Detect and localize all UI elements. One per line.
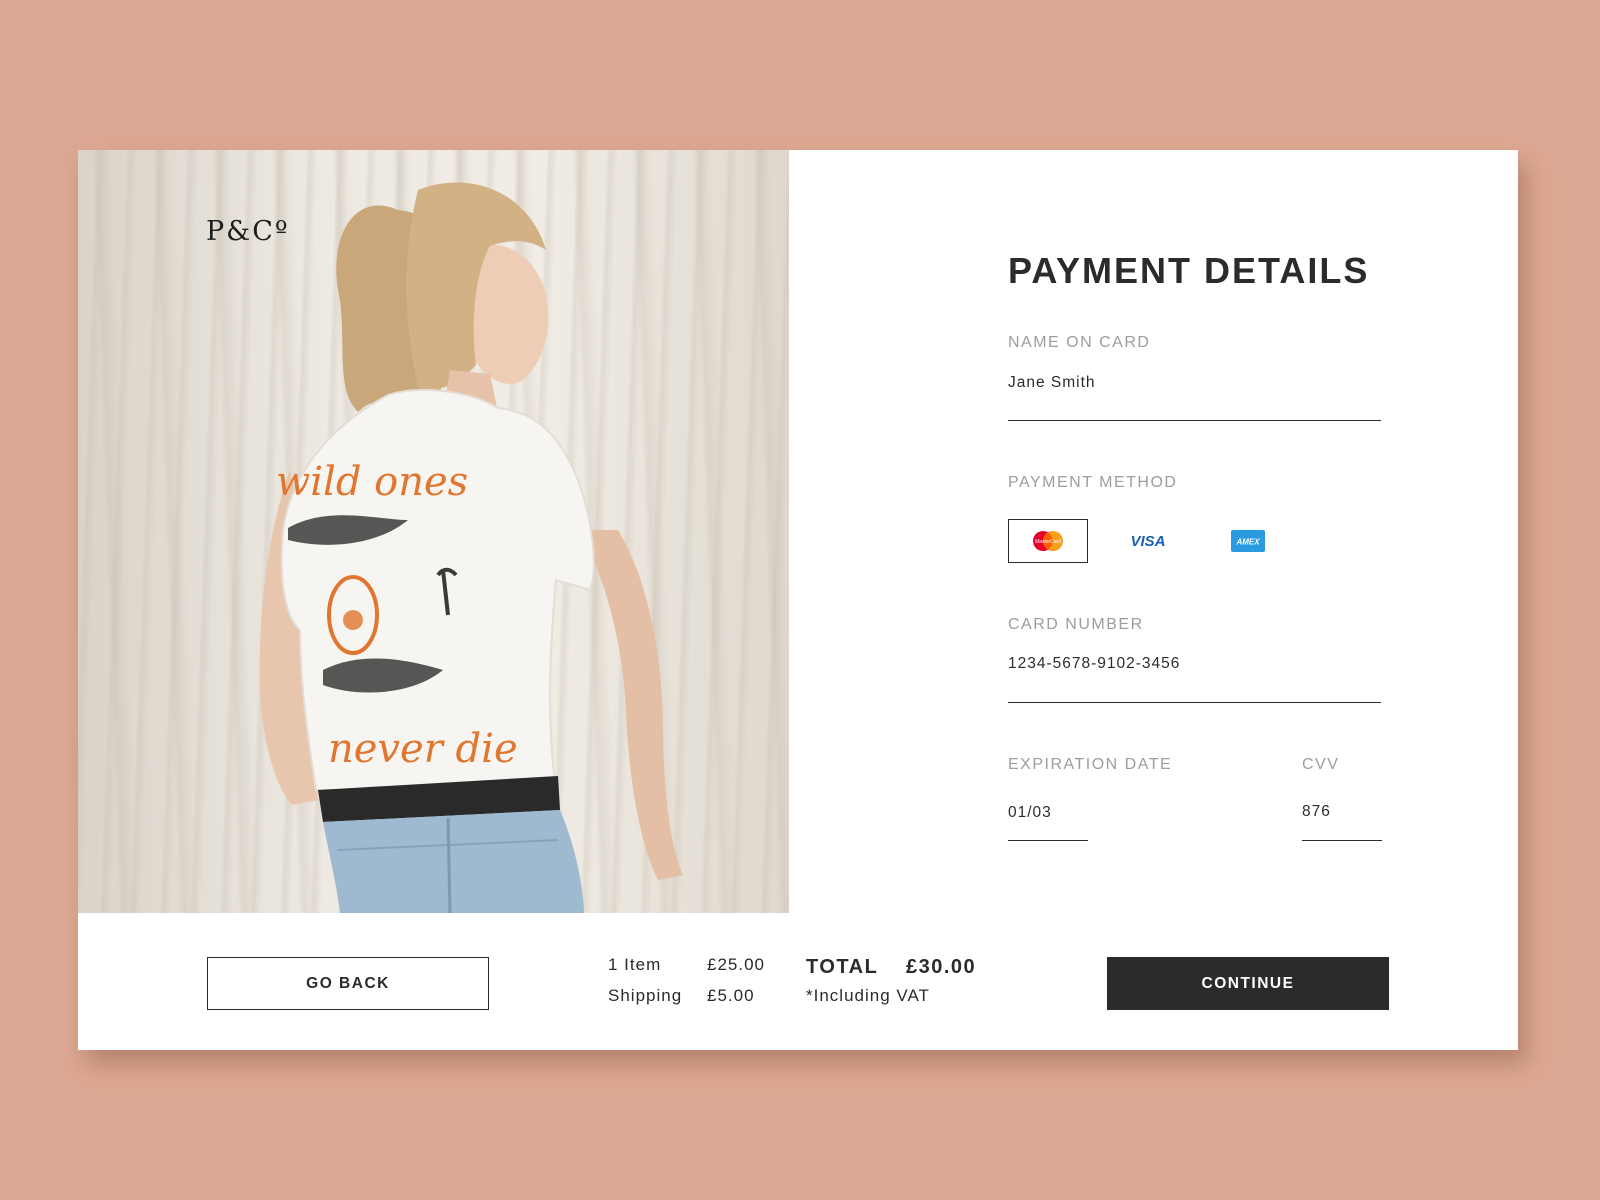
name-on-card-label: NAME ON CARD <box>1008 334 1151 351</box>
cvv-field[interactable]: 876 <box>1302 803 1331 821</box>
model-illustration: wild ones never die <box>259 182 683 913</box>
card-number-underline <box>1008 702 1381 703</box>
name-on-card-field[interactable]: Jane Smith <box>1008 374 1096 392</box>
brand-logo: P&Cº <box>206 216 290 247</box>
name-on-card-underline <box>1008 420 1381 421</box>
expiration-date-label: EXPIRATION DATE <box>1008 756 1173 773</box>
payment-method-label: PAYMENT METHOD <box>1008 474 1178 491</box>
card-number-label: CARD NUMBER <box>1008 616 1144 633</box>
expiration-date-field[interactable]: 01/03 <box>1008 804 1052 822</box>
product-photo: wild ones never die P&Cº <box>78 150 789 913</box>
shipping-label: Shipping <box>608 986 683 1005</box>
visa-option[interactable]: VISA <box>1108 519 1188 563</box>
expiration-date-underline <box>1008 840 1088 841</box>
mastercard-icon: MasterCard <box>1033 531 1063 551</box>
mastercard-option[interactable]: MasterCard <box>1008 519 1088 563</box>
page-title: PAYMENT DETAILS <box>1008 250 1370 291</box>
amex-option[interactable]: AMEX <box>1208 519 1288 563</box>
svg-text:VISA: VISA <box>1130 533 1165 550</box>
cvv-underline <box>1302 840 1382 841</box>
vat-note: *Including VAT <box>806 986 930 1005</box>
items-price: £25.00 <box>707 955 765 974</box>
amex-icon: AMEX <box>1231 530 1265 552</box>
card-number-field[interactable]: 1234-5678-9102-3456 <box>1008 655 1180 673</box>
total-amount: £30.00 <box>906 956 977 978</box>
total-label: TOTAL <box>806 956 879 978</box>
visa-icon: VISA <box>1130 533 1165 550</box>
shirt-text-top: wild ones <box>276 459 468 505</box>
svg-text:AMEX: AMEX <box>1235 538 1260 547</box>
svg-text:MasterCard: MasterCard <box>1035 539 1061 545</box>
checkout-card: wild ones never die P&Cº PAYMENT DETAILS… <box>78 150 1518 1050</box>
go-back-button[interactable]: GO BACK <box>207 957 489 1010</box>
shipping-price: £5.00 <box>707 986 755 1005</box>
items-label: 1 Item <box>608 955 662 974</box>
shirt-text-bottom: never die <box>328 726 518 772</box>
cvv-label: CVV <box>1302 756 1340 773</box>
continue-button[interactable]: CONTINUE <box>1107 957 1389 1010</box>
